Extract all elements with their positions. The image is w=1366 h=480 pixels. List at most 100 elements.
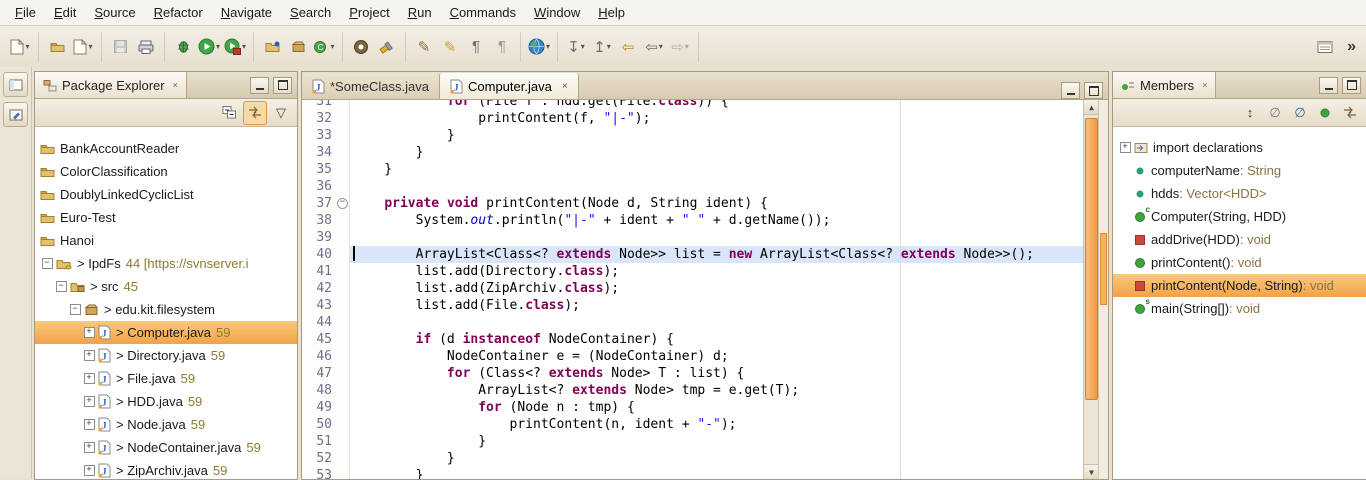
tree-expander-icon[interactable]: + bbox=[82, 349, 96, 363]
tree-item[interactable]: +J> Node.java59 bbox=[35, 413, 297, 436]
code-line[interactable]: 53 } bbox=[302, 467, 1084, 479]
tree-item[interactable]: +J> NodeContainer.java59 bbox=[35, 436, 297, 459]
menu-help[interactable]: Help bbox=[589, 2, 634, 23]
print-icon[interactable] bbox=[134, 34, 158, 60]
overview-ruler[interactable] bbox=[1098, 100, 1108, 479]
code-line[interactable]: 34 } bbox=[302, 144, 1084, 161]
run-icon[interactable]: ▾ bbox=[197, 34, 221, 60]
new-package-icon[interactable] bbox=[286, 34, 310, 60]
code-line[interactable]: 39 bbox=[302, 229, 1084, 246]
toolbar-overflow-chevron[interactable]: » bbox=[1347, 38, 1356, 56]
web-browser-icon[interactable]: ▾ bbox=[527, 34, 551, 60]
back-icon[interactable]: ⇦▾ bbox=[642, 34, 666, 60]
show-print-margin-icon[interactable]: ¶ bbox=[490, 34, 514, 60]
tree-item[interactable]: −> src45 bbox=[35, 275, 297, 298]
code-line[interactable]: 43 list.add(File.class); bbox=[302, 297, 1084, 314]
minimize-button[interactable] bbox=[1061, 82, 1080, 99]
menu-navigate[interactable]: Navigate bbox=[212, 2, 281, 23]
member-item[interactable]: addDrive(HDD) : void bbox=[1113, 228, 1366, 251]
last-edit-location-icon[interactable]: ⇦ bbox=[616, 34, 640, 60]
tree-item[interactable]: Euro-Test bbox=[35, 206, 297, 229]
hide-nonpublic-icon[interactable] bbox=[1314, 102, 1336, 124]
code-line[interactable]: 45 if (d instanceof NodeContainer) { bbox=[302, 331, 1084, 348]
tree-item[interactable]: DoublyLinkedCyclicList bbox=[35, 183, 297, 206]
jar-icon[interactable] bbox=[349, 34, 373, 60]
scroll-up-icon[interactable]: ▲ bbox=[1084, 100, 1099, 115]
new-class-icon[interactable]: C▾ bbox=[312, 34, 336, 60]
menu-refactor[interactable]: Refactor bbox=[145, 2, 212, 23]
code-line[interactable]: 32 printContent(f, "|-"); bbox=[302, 110, 1084, 127]
member-item[interactable]: cComputer(String, HDD) bbox=[1113, 205, 1366, 228]
tree-expander-icon[interactable]: − bbox=[68, 303, 82, 317]
tree-item[interactable]: ColorClassification bbox=[35, 160, 297, 183]
member-item[interactable]: printContent() : void bbox=[1113, 251, 1366, 274]
code-line[interactable]: 46 NodeContainer e = (NodeContainer) d; bbox=[302, 348, 1084, 365]
menu-search[interactable]: Search bbox=[281, 2, 340, 23]
member-item[interactable]: hdds : Vector<HDD> bbox=[1113, 182, 1366, 205]
tree-item[interactable]: +J> HDD.java59 bbox=[35, 390, 297, 413]
hide-static-icon[interactable]: ∅ bbox=[1289, 102, 1311, 124]
member-item[interactable]: printContent(Node, String) : void bbox=[1113, 274, 1366, 297]
editor-tab[interactable]: JComputer.java× bbox=[440, 73, 579, 99]
view-menu-icon[interactable]: ▽ bbox=[270, 102, 292, 124]
close-icon[interactable]: × bbox=[1202, 80, 1207, 90]
search-icon[interactable] bbox=[375, 34, 399, 60]
tree-expander-icon[interactable]: + bbox=[82, 372, 96, 386]
editor-vertical-scrollbar[interactable]: ▲ ▼ bbox=[1083, 100, 1099, 479]
member-item[interactable]: +import declarations bbox=[1113, 136, 1366, 159]
save-icon[interactable] bbox=[108, 34, 132, 60]
tree-item[interactable]: +J> Directory.java59 bbox=[35, 344, 297, 367]
code-line[interactable]: 51 } bbox=[302, 433, 1084, 450]
hide-fields-icon[interactable]: ∅ bbox=[1264, 102, 1286, 124]
code-line[interactable]: 44 bbox=[302, 314, 1084, 331]
mark-occurrences-icon[interactable]: ✎ bbox=[438, 34, 462, 60]
fast-view-icon-1[interactable] bbox=[3, 72, 28, 97]
tree-expander-icon[interactable]: + bbox=[82, 326, 96, 340]
menu-run[interactable]: Run bbox=[399, 2, 441, 23]
member-expander-icon[interactable]: + bbox=[1118, 141, 1132, 155]
prev-annotation-icon[interactable]: ↥▾ bbox=[590, 34, 614, 60]
tree-expander-icon[interactable]: + bbox=[82, 464, 96, 478]
maximize-button[interactable] bbox=[1342, 77, 1361, 94]
new-folder-icon[interactable] bbox=[45, 34, 69, 60]
close-icon[interactable]: × bbox=[173, 80, 178, 90]
overview-marker[interactable] bbox=[1100, 233, 1107, 305]
tree-item[interactable]: BankAccountReader bbox=[35, 137, 297, 160]
collapse-all-icon[interactable] bbox=[218, 102, 240, 124]
forward-icon[interactable]: ⇨▾ bbox=[668, 34, 692, 60]
code-line[interactable]: 50 printContent(n, ident + "-"); bbox=[302, 416, 1084, 433]
menu-window[interactable]: Window bbox=[525, 2, 589, 23]
tree-expander-icon[interactable]: − bbox=[54, 280, 68, 294]
minimize-button[interactable] bbox=[250, 77, 269, 94]
tree-item[interactable]: −> IpdFs44 [https://svnserver.i bbox=[35, 252, 297, 275]
minimize-button[interactable] bbox=[1319, 77, 1338, 94]
tree-item[interactable]: Hanoi bbox=[35, 229, 297, 252]
member-item[interactable]: computerName : String bbox=[1113, 159, 1366, 182]
tree-item[interactable]: +J> Computer.java59 bbox=[35, 321, 297, 344]
new-wizard-icon[interactable]: ▾ bbox=[8, 34, 32, 60]
scroll-down-icon[interactable]: ▼ bbox=[1084, 464, 1099, 479]
new-java-project-icon[interactable] bbox=[260, 34, 284, 60]
code-line[interactable]: 38 System.out.println("|-" + ident + " "… bbox=[302, 212, 1084, 229]
code-line[interactable]: 37− private void printContent(Node d, St… bbox=[302, 195, 1084, 212]
tree-expander-icon[interactable]: + bbox=[82, 418, 96, 432]
code-line[interactable]: 48 ArrayList<? extends Node> tmp = e.get… bbox=[302, 382, 1084, 399]
code-line[interactable]: 31 for (File f : hdd.get(File.class)) { bbox=[302, 100, 1084, 110]
last-edit-pen-icon[interactable]: ✎ bbox=[412, 34, 436, 60]
link-with-editor-icon[interactable] bbox=[1339, 102, 1361, 124]
tree-item[interactable]: −> edu.kit.filesystem bbox=[35, 298, 297, 321]
tree-item[interactable]: +J> ZipArchiv.java59 bbox=[35, 459, 297, 479]
show-whitespace-icon[interactable]: ¶ bbox=[464, 34, 488, 60]
tree-expander-icon[interactable]: + bbox=[82, 441, 96, 455]
tree-expander-icon[interactable]: − bbox=[40, 257, 54, 271]
code-line[interactable]: 36 bbox=[302, 178, 1084, 195]
code-line[interactable]: 49 for (Node n : tmp) { bbox=[302, 399, 1084, 416]
link-with-editor-icon[interactable] bbox=[243, 101, 267, 125]
tab-close-icon[interactable]: × bbox=[562, 81, 568, 92]
next-annotation-icon[interactable]: ↧▾ bbox=[564, 34, 588, 60]
menu-project[interactable]: Project bbox=[340, 2, 398, 23]
editor-tab[interactable]: J*SomeClass.java bbox=[302, 73, 440, 99]
code-editor[interactable]: 31 for (File f : hdd.get(File.class)) {3… bbox=[302, 100, 1108, 479]
fold-collapse-icon[interactable]: − bbox=[337, 198, 348, 209]
maximize-button[interactable] bbox=[273, 77, 292, 94]
